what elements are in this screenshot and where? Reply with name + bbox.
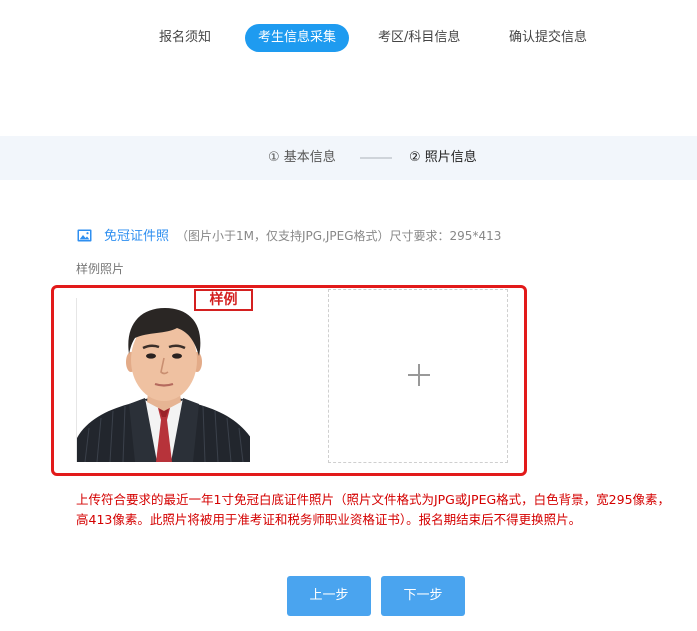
tab-registration-notice[interactable]: 报名须知: [159, 24, 211, 52]
photo-requirement-text: 上传符合要求的最近一年1寸免冠白底证件照片（照片文件格式为JPG或JPEG格式，…: [76, 492, 671, 527]
step-photo-info: ② 照片信息: [409, 150, 477, 165]
top-tabs: 报名须知 考生信息采集 考区/科目信息 确认提交信息: [0, 24, 697, 52]
next-step-button[interactable]: 下一步: [381, 576, 465, 616]
page: 报名须知 考生信息采集 考区/科目信息 确认提交信息 ① 基本信息 ② 照片信息…: [0, 0, 697, 631]
image-icon: [77, 229, 92, 242]
step-indicator: ① 基本信息 ② 照片信息: [0, 136, 697, 180]
step-connector: [360, 157, 392, 159]
tab-candidate-info[interactable]: 考生信息采集: [245, 24, 349, 52]
prev-step-button[interactable]: 上一步: [287, 576, 371, 616]
tab-exam-area-subject[interactable]: 考区/科目信息: [378, 24, 460, 52]
step-basic-info[interactable]: ① 基本信息: [268, 136, 336, 180]
sample-photo-label: 样例照片: [76, 262, 125, 276]
highlight-box: [51, 285, 527, 476]
tab-confirm-submit[interactable]: 确认提交信息: [509, 24, 587, 52]
photo-section-title[interactable]: 免冠证件照: [104, 228, 169, 245]
photo-size-requirement: （图片小于1M，仅支持JPG,JPEG格式）尺寸要求：295*413: [176, 229, 502, 243]
